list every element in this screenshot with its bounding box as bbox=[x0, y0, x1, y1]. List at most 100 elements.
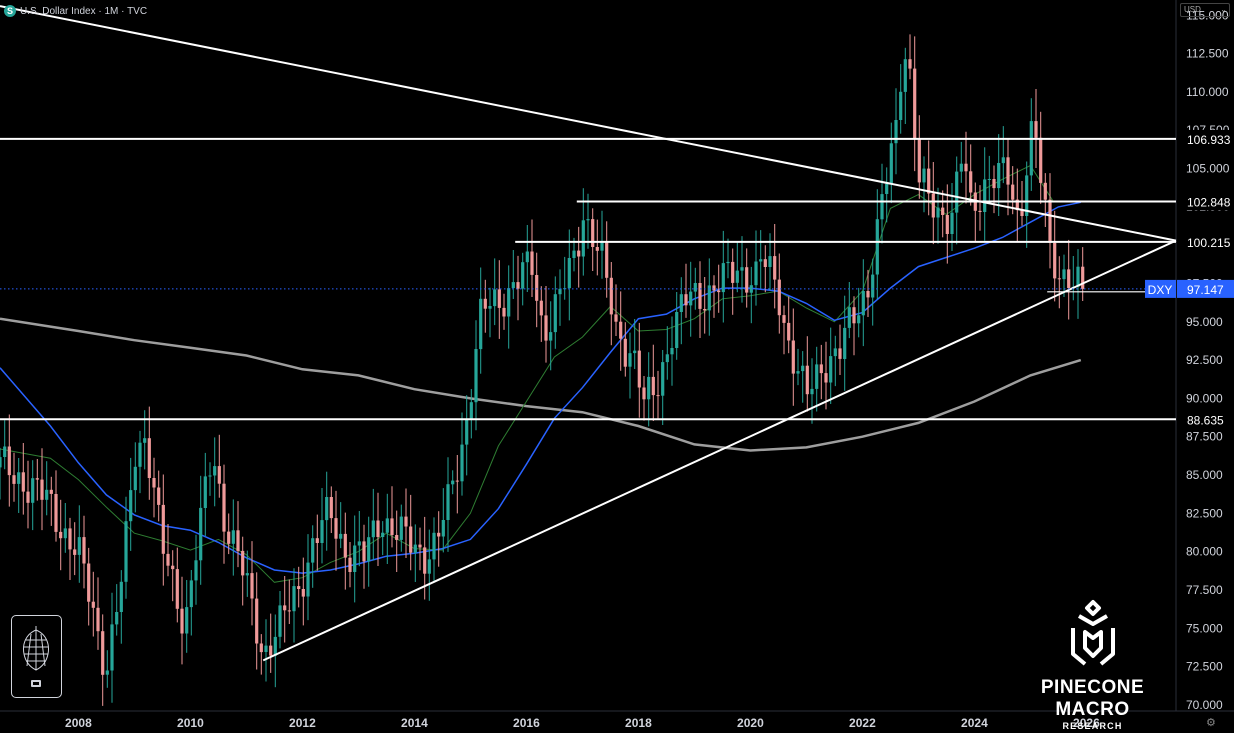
candle-body bbox=[217, 466, 221, 484]
chart-title: U.S. Dollar Index · 1M · TVC bbox=[20, 5, 148, 17]
candle-body bbox=[679, 294, 683, 312]
candle-body bbox=[213, 466, 217, 476]
y-tick-label: 90.000 bbox=[1186, 391, 1223, 405]
candle-body bbox=[264, 645, 268, 652]
candle-body bbox=[1006, 157, 1010, 185]
candle-body bbox=[385, 518, 389, 533]
y-tick-label: 80.000 bbox=[1186, 545, 1223, 559]
candle-body bbox=[801, 365, 805, 372]
candle-body bbox=[763, 259, 767, 267]
candle-body bbox=[96, 607, 100, 632]
candle-body bbox=[7, 446, 11, 476]
candle-body bbox=[432, 532, 436, 560]
level-label: 102.848 bbox=[1187, 196, 1231, 210]
current-price-label: 97.147 bbox=[1187, 283, 1224, 297]
candle-body bbox=[521, 262, 525, 289]
candle-body bbox=[987, 179, 991, 180]
candle-body bbox=[488, 306, 492, 309]
level-label: 100.215 bbox=[1187, 236, 1231, 250]
currency-selector[interactable]: USD ⌄ bbox=[1180, 3, 1230, 17]
candle-body bbox=[413, 544, 417, 553]
candle-body bbox=[530, 251, 534, 275]
candle-body bbox=[922, 168, 926, 183]
candle-body bbox=[315, 538, 319, 543]
candle-body bbox=[997, 163, 1001, 189]
candle-body bbox=[63, 528, 67, 539]
candle-body bbox=[418, 544, 422, 548]
candle-body bbox=[455, 480, 459, 482]
candle-body bbox=[497, 289, 501, 308]
candle-body bbox=[964, 163, 968, 172]
candle-body bbox=[175, 569, 179, 609]
candle-body bbox=[241, 550, 245, 576]
candle-body bbox=[651, 376, 655, 396]
candle-body bbox=[735, 270, 739, 283]
x-tick-label: 2018 bbox=[625, 716, 652, 730]
candle-body bbox=[614, 314, 618, 322]
candle-body bbox=[773, 256, 777, 280]
candle-body bbox=[161, 504, 165, 554]
candle-body bbox=[124, 521, 128, 582]
candle-body bbox=[311, 538, 315, 563]
candle-body bbox=[87, 563, 91, 602]
candle-body bbox=[665, 354, 669, 363]
candle-body bbox=[581, 220, 585, 257]
candle-body bbox=[754, 261, 758, 286]
candle-body bbox=[465, 418, 469, 445]
candle-body bbox=[1043, 182, 1047, 200]
candle-body bbox=[138, 442, 142, 467]
candle-body bbox=[157, 487, 161, 505]
level-label: 88.635 bbox=[1187, 413, 1224, 427]
y-tick-label: 75.000 bbox=[1186, 621, 1223, 635]
x-tick-label: 2024 bbox=[961, 716, 988, 730]
candle-body bbox=[259, 643, 263, 653]
candle-body bbox=[931, 193, 935, 218]
candle-body bbox=[507, 288, 511, 317]
candle-body bbox=[796, 371, 800, 374]
candle-body bbox=[231, 530, 235, 544]
candle-body bbox=[815, 364, 819, 389]
candle-body bbox=[479, 298, 483, 350]
gear-icon[interactable]: ⚙ bbox=[1206, 716, 1216, 729]
candle-body bbox=[255, 598, 259, 644]
candle-body bbox=[245, 573, 249, 576]
candle-body bbox=[819, 364, 823, 374]
candle-body bbox=[404, 516, 408, 527]
candle-body bbox=[381, 532, 385, 537]
candle-body bbox=[339, 533, 343, 539]
candle-body bbox=[661, 362, 665, 396]
candle-body bbox=[1011, 184, 1015, 200]
candle-body bbox=[908, 59, 912, 69]
candle-body bbox=[567, 258, 571, 289]
candle-body bbox=[875, 219, 879, 275]
candle-body bbox=[189, 580, 193, 608]
candle-body bbox=[325, 497, 329, 521]
candle-body bbox=[26, 491, 30, 503]
y-tick-label: 85.000 bbox=[1186, 468, 1223, 482]
candle-body bbox=[77, 537, 81, 555]
candle-body bbox=[236, 530, 240, 551]
candle-body bbox=[283, 605, 287, 611]
candle-body bbox=[847, 307, 851, 328]
candle-body bbox=[133, 466, 137, 491]
candle-body bbox=[348, 557, 352, 572]
x-tick-label: 2022 bbox=[849, 716, 876, 730]
candle-body bbox=[306, 562, 310, 597]
candle-body bbox=[777, 279, 781, 316]
candle-body bbox=[129, 490, 133, 522]
candle-body bbox=[889, 143, 893, 184]
candle-body bbox=[927, 168, 931, 194]
candle-body bbox=[147, 438, 151, 478]
level-label: 106.933 bbox=[1187, 133, 1231, 147]
candle-body bbox=[740, 267, 744, 271]
candle-body bbox=[516, 282, 520, 289]
candle-body bbox=[1034, 121, 1038, 138]
candle-body bbox=[502, 307, 506, 317]
candle-body bbox=[68, 528, 72, 550]
candle-body bbox=[549, 332, 553, 341]
candle-body bbox=[628, 353, 632, 367]
currency-label: USD bbox=[1184, 5, 1201, 14]
candle-body bbox=[292, 586, 296, 612]
candle-body bbox=[115, 612, 119, 625]
candle-body bbox=[297, 586, 301, 589]
